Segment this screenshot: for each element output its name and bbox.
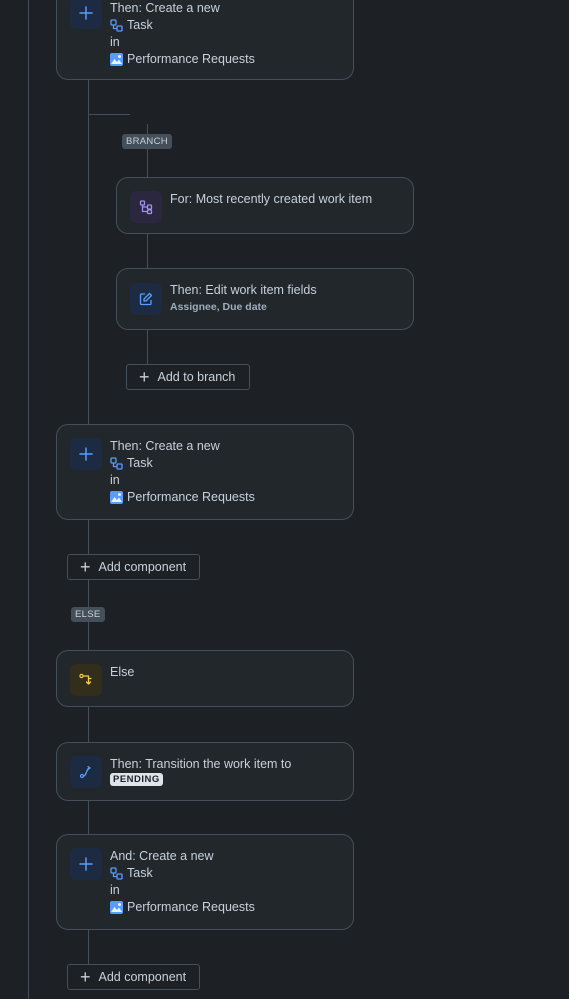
add-to-branch-label: Add to branch [157,370,236,384]
transition-card-title: Then: Transition the work item to [110,757,292,771]
plus-icon: + [139,367,150,387]
add-to-branch-button[interactable]: + Add to branch [126,364,250,390]
branch-pill: BRANCH [122,134,172,149]
condition-icon [70,664,102,696]
branch-connector-h [88,114,130,115]
add-component-label: Add component [98,970,187,984]
project-name[interactable]: Performance Requests [127,489,255,506]
branch-connector-v3 [147,329,148,365]
card-title: And: Create a new [110,849,214,863]
project-icon [110,491,123,504]
task-icon [110,867,123,880]
outer-left-rail [28,0,29,999]
edit-card-title: Then: Edit work item fields [170,283,317,297]
in-label: in [110,883,120,897]
item-type: Task [127,866,153,880]
in-label: in [110,35,120,49]
plus-icon [70,0,102,29]
in-label: in [110,473,120,487]
plus-icon [70,848,102,880]
transition-card[interactable]: Then: Transition the work item to PENDIN… [56,742,354,801]
add-component-label: Add component [98,560,187,574]
create-task-card-1[interactable]: Then: Create a new Task in Performance R… [56,0,354,80]
for-card-title: For: Most recently created work item [170,192,373,206]
project-name[interactable]: Performance Requests [127,899,255,916]
add-component-button[interactable]: + Add component [67,964,200,990]
rule-canvas: Then: Create a new Task in Performance R… [0,0,569,999]
plus-icon: + [80,557,91,577]
else-pill: ELSE [71,607,105,622]
status-lozenge: PENDING [110,773,163,786]
else-card[interactable]: Else [56,650,354,707]
main-connector [88,78,89,426]
card-title: Then: Create a new [110,439,220,453]
project-icon [110,901,123,914]
task-icon [110,19,123,32]
main-connector-4 [88,706,89,743]
item-type: Task [127,18,153,32]
branch-connector-v2 [147,233,148,269]
card-title: Then: Create a new [110,1,220,15]
project-icon [110,53,123,66]
for-branch-card[interactable]: For: Most recently created work item [116,177,414,234]
plus-icon [70,438,102,470]
edit-icon [130,283,162,315]
task-icon [110,457,123,470]
branch-icon [130,191,162,223]
main-connector-5 [88,799,89,835]
item-type: Task [127,456,153,470]
edit-card-fields: Assignee, Due date [170,301,267,313]
project-name[interactable]: Performance Requests [127,51,255,68]
main-connector-2 [88,519,89,555]
main-connector-6 [88,929,89,965]
edit-fields-card[interactable]: Then: Edit work item fields Assignee, Du… [116,268,414,330]
plus-icon: + [80,967,91,987]
transition-icon [70,756,102,788]
else-card-title: Else [110,665,135,679]
add-component-button[interactable]: + Add component [67,554,200,580]
create-task-card-3[interactable]: And: Create a new Task in Performance Re… [56,834,354,930]
branch-connector-v [147,124,148,178]
create-task-card-2[interactable]: Then: Create a new Task in Performance R… [56,424,354,520]
